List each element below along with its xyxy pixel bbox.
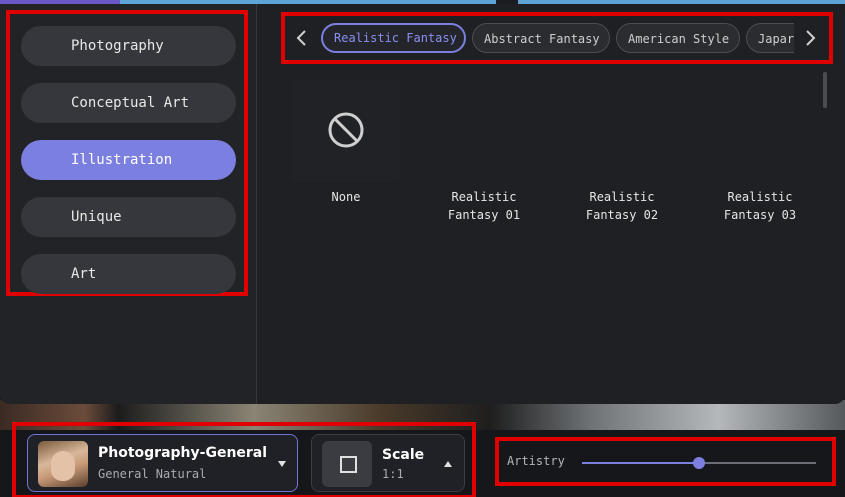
none-icon [328, 112, 364, 148]
caret-up-icon [444, 461, 452, 467]
caret-down-icon [278, 461, 286, 467]
model-selector[interactable]: Photography-General General Natural [27, 434, 298, 492]
style-tile-label: Realistic Fantasy 02 [585, 190, 659, 222]
category-item-art[interactable]: Art [21, 254, 236, 294]
style-tile-none[interactable] [292, 80, 400, 182]
slider-fill [582, 462, 699, 464]
tab-realistic-fantasy[interactable]: Realistic Fantasy [321, 23, 466, 53]
category-item-illustration[interactable]: Illustration [21, 140, 236, 180]
category-item-photography[interactable]: Photography [21, 26, 236, 66]
category-item-unique[interactable]: Unique [21, 197, 236, 237]
style-thumbnail [292, 80, 400, 182]
model-subtitle: General Natural [98, 467, 207, 481]
style-tile-realistic-fantasy-03[interactable] [706, 80, 814, 182]
slider-thumb[interactable] [693, 457, 705, 469]
style-tile-realistic-fantasy-01[interactable] [430, 80, 538, 182]
scale-selector[interactable]: Scale 1:1 [311, 434, 465, 492]
tab-american-style[interactable]: American Style [616, 23, 740, 53]
model-avatar [38, 441, 88, 487]
tab-abstract-fantasy[interactable]: Abstract Fantasy [472, 23, 610, 53]
scrollbar[interactable] [823, 72, 827, 108]
style-tile-label: Realistic Fantasy 03 [723, 190, 797, 222]
chevron-right-icon[interactable] [800, 28, 820, 48]
style-tabs-bar: Realistic Fantasy Abstract Fantasy Ameri… [281, 12, 833, 64]
artistry-slider[interactable] [582, 457, 816, 469]
model-title: Photography-General [98, 445, 268, 461]
tab-japanese[interactable]: Japar [746, 23, 794, 53]
aspect-ratio-icon [322, 441, 372, 487]
style-tile-realistic-fantasy-02[interactable] [568, 80, 676, 182]
scale-value: 1:1 [382, 467, 404, 481]
category-item-conceptual-art[interactable]: Conceptual Art [21, 83, 236, 123]
style-tile-label: None [331, 190, 361, 204]
artistry-label: Artistry [507, 454, 565, 468]
style-tile-label: Realistic Fantasy 01 [447, 190, 521, 222]
chevron-left-icon[interactable] [292, 28, 312, 48]
scale-title: Scale [382, 447, 425, 463]
